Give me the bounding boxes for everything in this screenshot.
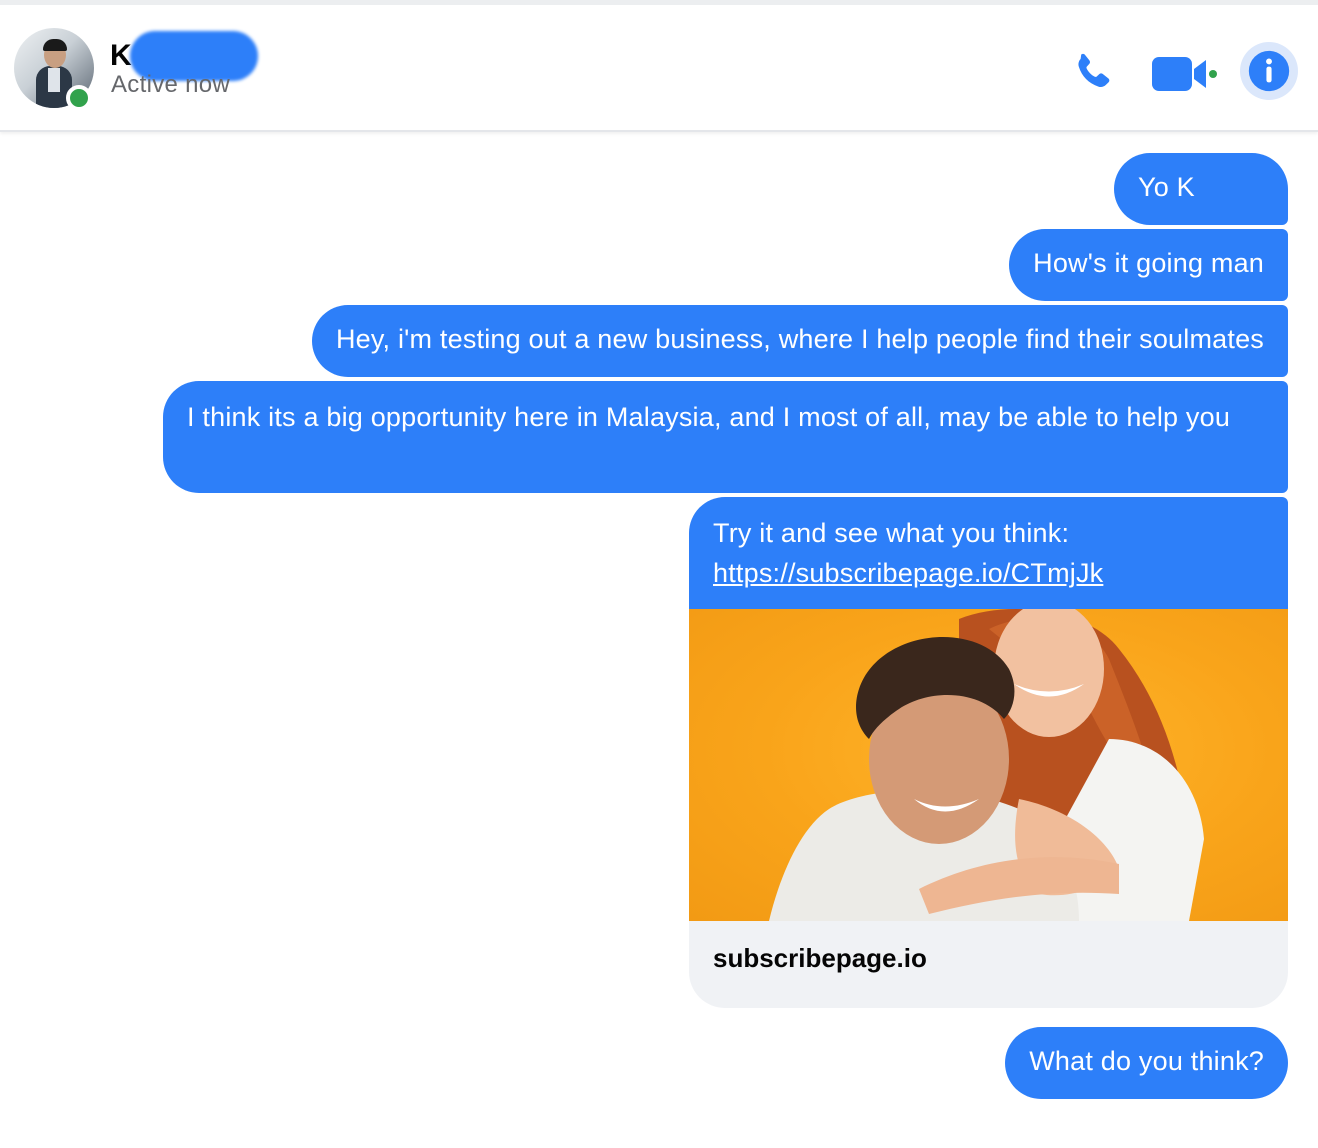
phone-icon[interactable] — [1068, 49, 1116, 97]
couple-photo — [769, 609, 1204, 921]
message-bubble[interactable]: Yo K — [1114, 153, 1288, 225]
link-message-text: Try it and see what you think: — [713, 518, 1070, 548]
link-message-card[interactable]: Try it and see what you think: https://s… — [689, 497, 1288, 1008]
avatar-figure-shirt — [48, 68, 60, 92]
active-status: Active now — [111, 71, 231, 98]
link-preview-domain[interactable]: subscribepage.io — [689, 921, 1288, 1008]
message-bubble[interactable]: I think its a big opportunity here in Ma… — [163, 381, 1288, 493]
chat-header: K e Active now — [0, 5, 1318, 132]
message-bubble[interactable]: Hey, i'm testing out a new business, whe… — [311, 305, 1288, 377]
message-bubble[interactable]: How's it going man — [1009, 229, 1288, 301]
link-message-text-area: Try it and see what you think: https://s… — [689, 497, 1288, 609]
online-status-dot — [66, 85, 92, 111]
message-link[interactable]: https://subscribepage.io/CTmjJk — [713, 553, 1264, 593]
message-bubble[interactable]: What do you think? — [1005, 1027, 1288, 1099]
avatar-figure-hair — [43, 39, 67, 51]
info-button[interactable] — [1240, 42, 1298, 100]
info-icon — [1248, 50, 1290, 92]
video-camera-icon[interactable] — [1150, 53, 1218, 95]
link-preview-image[interactable] — [689, 609, 1288, 921]
